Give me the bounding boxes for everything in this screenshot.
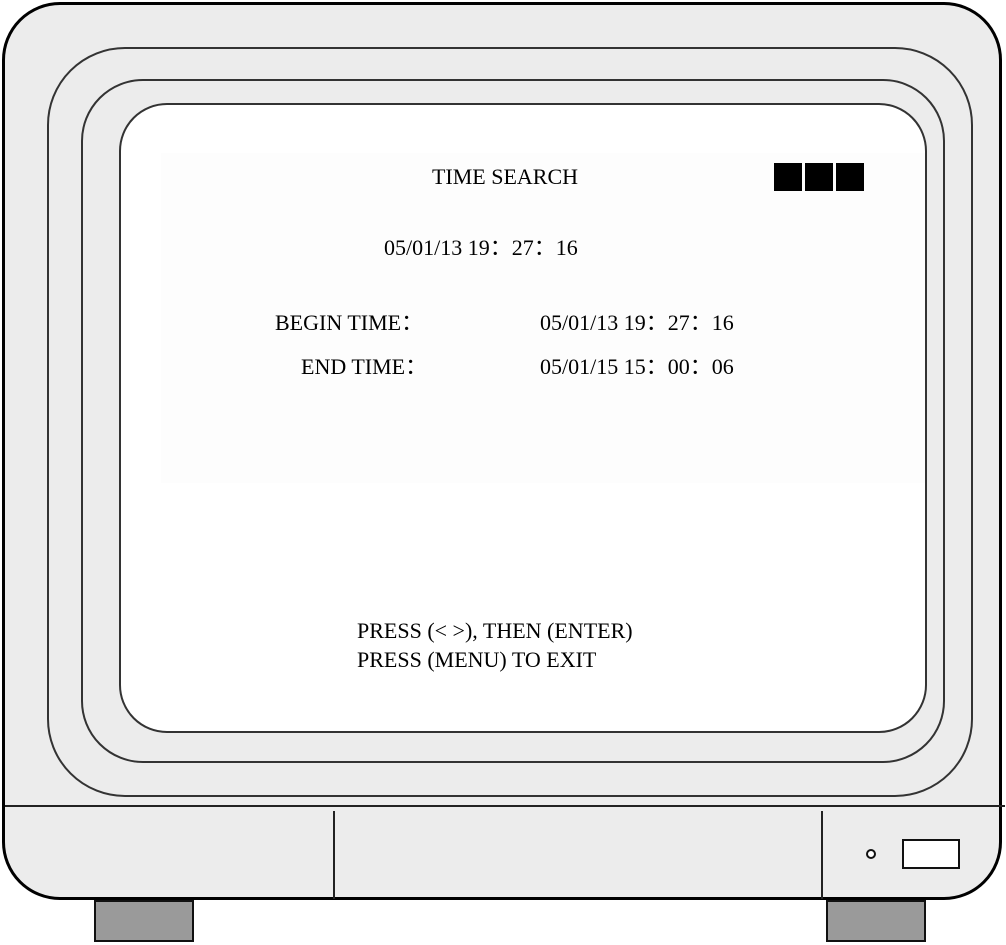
end-time-label: END TIME： [301, 354, 428, 379]
monitor-foot-right [826, 900, 926, 942]
begin-time-value[interactable]: 05/01/13 19：27：16 [540, 311, 734, 335]
status-indicator-blocks [774, 163, 864, 191]
navigate-hint: PRESS (< >), THEN (ENTER) [357, 618, 633, 643]
base-panel-divider-left [333, 811, 335, 899]
exit-hint: PRESS (MENU) TO EXIT [357, 647, 597, 672]
begin-time-label: BEGIN TIME： [275, 310, 424, 335]
base-panel-divider-right [821, 811, 823, 899]
solid-block-icon [774, 163, 802, 191]
solid-block-icon [805, 163, 833, 191]
current-time: 05/01/13 19：27：16 [384, 235, 578, 260]
power-led-icon [866, 849, 876, 859]
end-time-value[interactable]: 05/01/15 15：00：06 [540, 355, 734, 379]
dvr-monitor-body [2, 2, 1005, 900]
solid-block-icon [836, 163, 864, 191]
power-button[interactable] [902, 839, 960, 869]
monitor-foot-left [94, 900, 194, 942]
base-divider [5, 805, 1005, 807]
